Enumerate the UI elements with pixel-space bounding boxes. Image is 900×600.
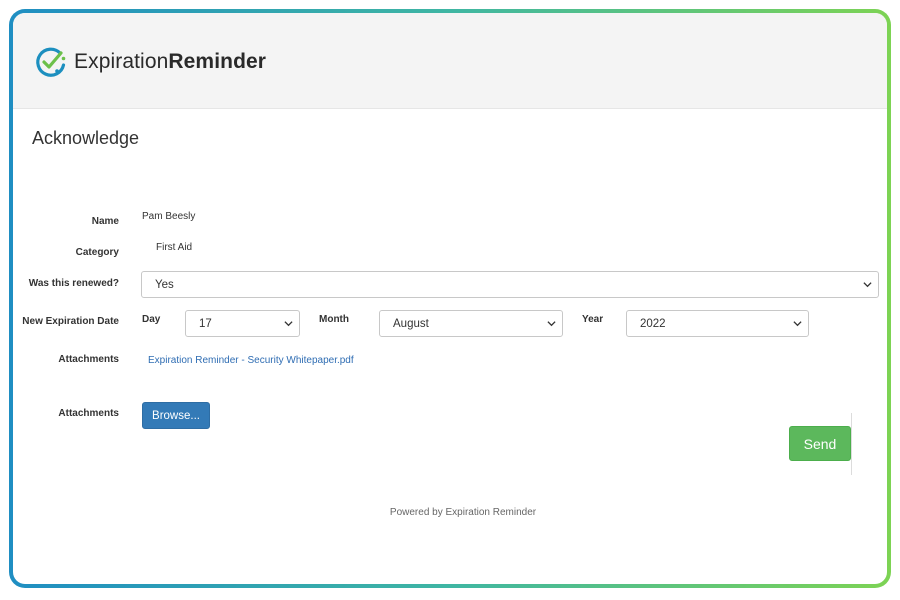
month-select[interactable]: August [379, 310, 563, 337]
footer-text: Powered by Expiration Reminder [389, 507, 537, 518]
brand-name-bold: Reminder [168, 50, 267, 73]
brand-name-light: Expiration [74, 50, 169, 73]
chevron-down-icon [284, 321, 293, 327]
month-select-value: August [393, 317, 429, 330]
year-select-value: 2022 [640, 317, 666, 330]
upload-attachments-label: Attachments [58, 408, 119, 419]
divider [851, 413, 852, 475]
header-bar: ExpirationReminder [13, 13, 887, 109]
page-title: Acknowledge [32, 128, 140, 148]
brand-logo[interactable]: ExpirationReminder [34, 45, 266, 79]
name-label: Name [91, 216, 119, 227]
attachment-link[interactable]: Expiration Reminder - Security Whitepape… [148, 355, 354, 366]
day-select-value: 17 [199, 317, 212, 330]
month-label: Month [319, 314, 349, 325]
chevron-down-icon [863, 282, 872, 288]
gradient-frame: ExpirationReminder Acknowledge Name Pam … [9, 9, 891, 588]
year-label: Year [582, 314, 604, 325]
chevron-down-icon [793, 321, 802, 327]
day-select[interactable]: 17 [185, 310, 300, 337]
name-value: Pam Beesly [142, 211, 196, 222]
renewed-select-value: Yes [155, 278, 174, 291]
browse-button[interactable]: Browse... [142, 402, 210, 429]
app-window: ExpirationReminder Acknowledge Name Pam … [13, 13, 887, 584]
clock-check-icon [36, 47, 66, 77]
year-select[interactable]: 2022 [626, 310, 809, 337]
category-label: Category [75, 247, 119, 258]
chevron-down-icon [547, 321, 556, 327]
new-expiration-label: New Expiration Date [22, 316, 119, 327]
day-label: Day [142, 314, 161, 325]
renewed-label: Was this renewed? [28, 278, 119, 289]
attachments-label: Attachments [58, 354, 119, 365]
brand-name: ExpirationReminder [74, 50, 266, 74]
category-value: First Aid [156, 242, 193, 253]
send-button[interactable]: Send [789, 426, 851, 461]
renewed-select[interactable]: Yes [141, 271, 879, 298]
